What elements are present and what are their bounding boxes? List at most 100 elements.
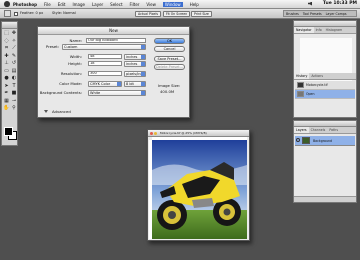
- tab-layers[interactable]: Layers: [294, 127, 309, 133]
- menu-select[interactable]: Select: [110, 2, 122, 7]
- document-titlebar[interactable]: Motorcycle.tif @ 25% (CMYK/8): [148, 130, 249, 137]
- width-unit-value: inches: [126, 55, 138, 59]
- menu-filter[interactable]: Filter: [130, 2, 140, 7]
- menu-help[interactable]: Help: [190, 2, 199, 7]
- toolbox: ⬚ ✥ ◌ ✧ ⌗ ⟋ ✚ ✎ ⊥ ↺ ▭ ▤ ● ◐ ➤ T ✒ ■ ▦ ⊸ …: [1, 21, 18, 146]
- blur-tool-icon[interactable]: ●: [3, 75, 10, 82]
- resolution-unit-select[interactable]: pixels/inch: [124, 71, 146, 77]
- delete-preset-button[interactable]: Delete Preset...: [154, 64, 185, 70]
- zoom-tool-icon[interactable]: ⚲: [11, 105, 18, 112]
- eyedropper-tool-icon[interactable]: ⊸: [11, 97, 18, 104]
- image-size-label: Image Size:: [158, 83, 181, 88]
- name-label: Name:: [69, 38, 82, 43]
- bit-depth-select[interactable]: 8 bit: [124, 81, 146, 87]
- resolution-unit-arrow-icon: [141, 72, 145, 76]
- resolution-field[interactable]: 300: [88, 71, 122, 76]
- hand-tool-icon[interactable]: ✋: [3, 105, 10, 112]
- magic-wand-tool-icon[interactable]: ✧: [11, 37, 18, 44]
- color-mode-arrow-icon: [117, 82, 121, 86]
- minimize-window-icon[interactable]: [154, 131, 157, 135]
- crop-tool-icon[interactable]: ⌗: [3, 45, 10, 52]
- shape-tool-icon[interactable]: ■: [11, 90, 18, 97]
- pen-tool-icon[interactable]: ✒: [3, 90, 10, 97]
- lasso-tool-icon[interactable]: ◌: [3, 37, 10, 44]
- menu-bar: Photoshop File Edit Image Layer Select F…: [0, 0, 360, 9]
- gradient-tool-icon[interactable]: ▤: [11, 67, 18, 74]
- color-mode-value: CMYK Color: [90, 82, 111, 86]
- name-field[interactable]: Our Big Billboard: [86, 38, 146, 43]
- visibility-eye-icon[interactable]: [296, 138, 300, 142]
- bit-depth-value: 8 bit: [126, 82, 134, 86]
- apple-menu-icon[interactable]: [4, 1, 10, 7]
- save-preset-button[interactable]: Save Preset...: [154, 56, 185, 62]
- menu-image[interactable]: Image: [72, 2, 85, 7]
- history-brush-tool-icon[interactable]: ↺: [11, 60, 18, 67]
- width-field[interactable]: 48: [88, 54, 122, 59]
- eraser-tool-icon[interactable]: ▭: [3, 67, 10, 74]
- tab-history[interactable]: History: [294, 73, 310, 79]
- close-window-icon[interactable]: [150, 131, 153, 135]
- history-snapshot-label: Motorcycle.tif: [306, 82, 328, 87]
- dodge-tool-icon[interactable]: ◐: [11, 75, 18, 82]
- tab-paths[interactable]: Paths: [327, 127, 340, 133]
- well-tab-brushes[interactable]: Brushes: [284, 11, 301, 16]
- menu-file[interactable]: File: [44, 2, 51, 7]
- history-snapshot-row[interactable]: Motorcycle.tif: [295, 81, 355, 90]
- well-tab-tool-presets[interactable]: Tool Presets: [301, 11, 324, 16]
- height-field[interactable]: 18: [88, 61, 122, 66]
- fit-on-screen-button[interactable]: Fit On Screen: [163, 10, 191, 17]
- advanced-disclosure-icon[interactable]: [44, 110, 48, 113]
- notes-tool-icon[interactable]: ▦: [3, 97, 10, 104]
- cancel-button[interactable]: Cancel: [154, 46, 185, 52]
- menu-view[interactable]: View: [146, 2, 156, 7]
- history-open-row[interactable]: Open: [295, 90, 355, 99]
- preset-select[interactable]: Custom: [62, 44, 146, 50]
- preset-value: Custom: [64, 45, 78, 49]
- layer-thumbnail: [302, 137, 310, 144]
- menu-window[interactable]: Window: [162, 1, 183, 7]
- ok-button[interactable]: OK: [154, 38, 185, 44]
- history-tabs: History Actions: [294, 73, 356, 80]
- brush-tool-icon[interactable]: ✎: [11, 52, 18, 59]
- tool-preset-icon[interactable]: [4, 10, 11, 17]
- tab-channels[interactable]: Channels: [309, 127, 328, 133]
- feather-checkbox[interactable]: [14, 11, 18, 16]
- menu-layer[interactable]: Layer: [92, 2, 103, 7]
- tab-navigator[interactable]: Navigator: [294, 27, 314, 33]
- advanced-label[interactable]: Advanced: [52, 109, 71, 114]
- tab-actions[interactable]: Actions: [309, 73, 325, 79]
- tab-histogram[interactable]: Histogram: [324, 27, 345, 33]
- type-tool-icon[interactable]: T: [11, 82, 18, 89]
- layers-panel: Layers Channels Paths Background: [293, 120, 357, 203]
- marquee-tool-icon[interactable]: ⬚: [3, 30, 10, 37]
- motorcycle-photo[interactable]: [152, 140, 247, 239]
- history-open-label: Open: [306, 91, 315, 96]
- height-unit-select[interactable]: inches: [124, 61, 146, 67]
- well-tab-layer-comps[interactable]: Layer Comps: [324, 11, 349, 16]
- layer-row-background[interactable]: Background: [295, 136, 355, 146]
- background-contents-select[interactable]: White: [88, 90, 146, 96]
- menu-clock[interactable]: Tue 10:33 PM: [323, 1, 357, 6]
- actual-pixels-button[interactable]: Actual Pixels: [135, 10, 162, 17]
- motorcycle-image: [152, 140, 247, 239]
- path-selection-tool-icon[interactable]: ➤: [3, 82, 10, 89]
- menu-photoshop[interactable]: Photoshop: [13, 2, 37, 7]
- toolbox-titlebar[interactable]: [2, 22, 17, 29]
- layers-tabs: Layers Channels Paths: [294, 127, 356, 134]
- tab-info[interactable]: Info: [314, 27, 324, 33]
- healing-brush-tool-icon[interactable]: ✚: [3, 52, 10, 59]
- clone-stamp-tool-icon[interactable]: ⊥: [3, 60, 10, 67]
- new-document-dialog: New Name: Our Big Billboard Preset: Cust…: [37, 26, 190, 118]
- color-mode-label: Color Mode:: [59, 81, 82, 86]
- print-size-button[interactable]: Print Size: [191, 10, 212, 17]
- speaker-icon[interactable]: [308, 1, 312, 6]
- move-tool-icon[interactable]: ✥: [11, 30, 18, 37]
- background-contents-label: Background Contents:: [39, 90, 82, 95]
- width-unit-select[interactable]: inches: [124, 54, 146, 60]
- color-mode-select[interactable]: CMYK Color: [88, 81, 122, 87]
- height-unit-value: inches: [126, 62, 138, 66]
- menu-edit[interactable]: Edit: [58, 2, 66, 7]
- foreground-color-swatch[interactable]: [4, 127, 13, 136]
- slice-tool-icon[interactable]: ⟋: [11, 45, 18, 52]
- resolution-label: Resolution:: [60, 71, 82, 76]
